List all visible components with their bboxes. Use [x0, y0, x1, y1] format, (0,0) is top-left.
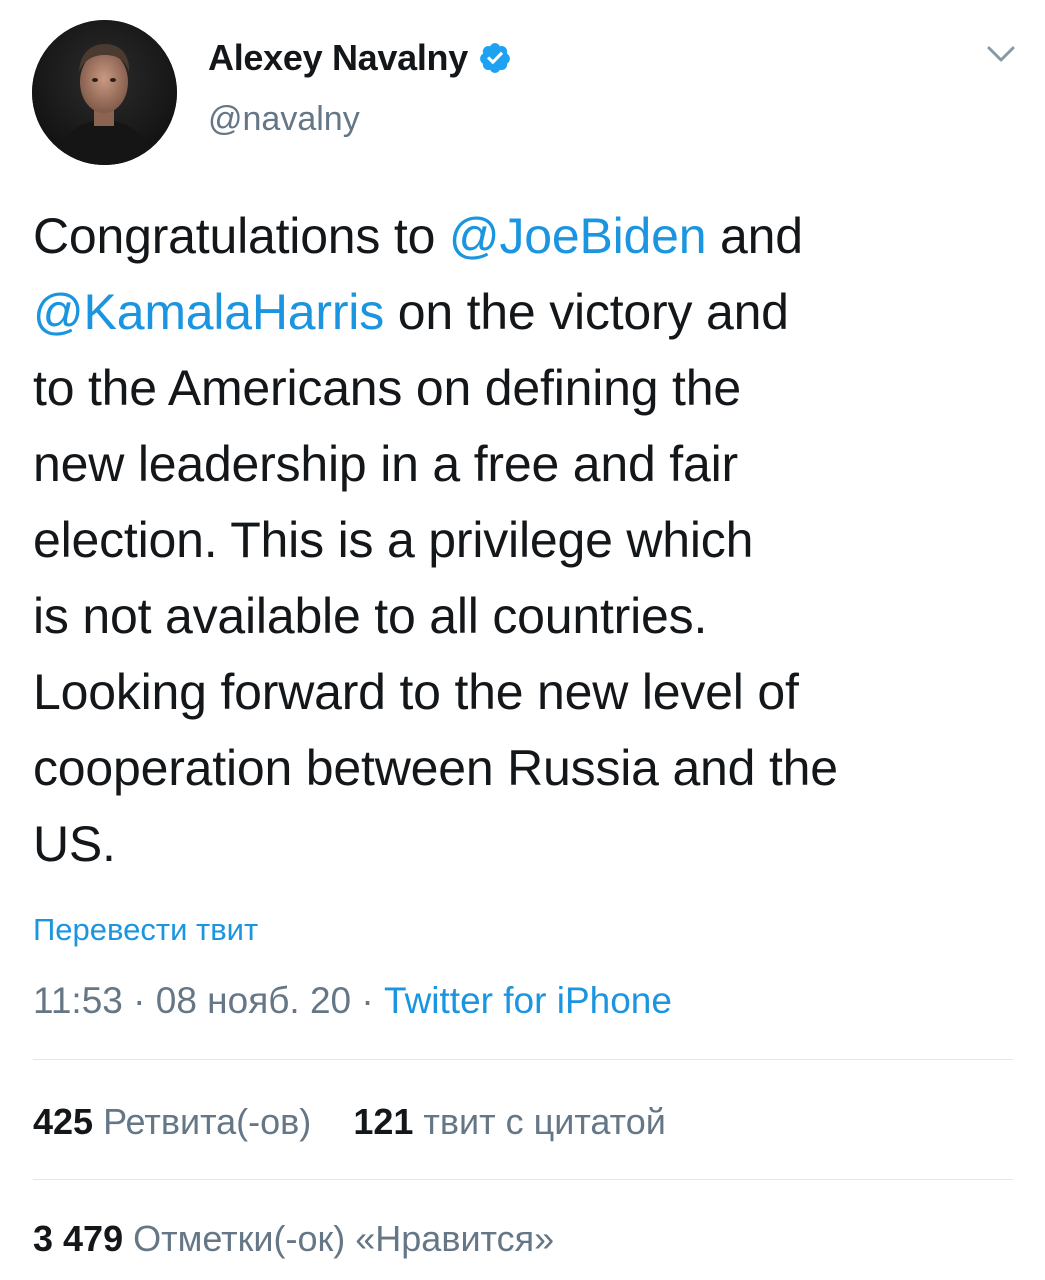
mention-link[interactable]: @JoeBiden [449, 208, 707, 264]
tweet-text-segment: Congratulations to [33, 208, 449, 264]
tweet-text-line: cooperation between Russia and the [33, 730, 1023, 806]
tweet-text-segment: election. This is a privilege which [33, 512, 754, 568]
tweet-header: Alexey Navalny @navalny [0, 0, 1045, 170]
tweet-text-line: US. [33, 806, 1023, 882]
tweet-text-segment: is not available to all countries. [33, 588, 708, 644]
tweet-text-segment: Looking forward to the new level of [33, 664, 799, 720]
likes-stat[interactable]: 3 479 Отметки(-ок) «Нравится» [33, 1218, 554, 1260]
tweet-text-line: is not available to all countries. [33, 578, 1023, 654]
retweets-stat[interactable]: 425 Ретвита(-ов) [33, 1101, 311, 1143]
meta-separator: · [133, 980, 146, 1021]
tweet-text-line: Congratulations to @JoeBiden and [33, 198, 1023, 274]
tweet-time[interactable]: 11:53 [33, 980, 123, 1021]
tweet-text-segment: US. [33, 816, 116, 872]
tweet-text-segment: to the Americans on defining the [33, 360, 741, 416]
retweets-label: Ретвита(-ов) [103, 1101, 312, 1142]
tweet-text-segment: and [706, 208, 803, 264]
mention-link[interactable]: @KamalaHarris [33, 284, 384, 340]
tweet-meta: 11:53 · 08 нояб. 20 · Twitter for iPhone [33, 980, 672, 1022]
author-display-name[interactable]: Alexey Navalny [208, 37, 468, 79]
tweet-text-segment: cooperation between Russia and the [33, 740, 838, 796]
tweet-source[interactable]: Twitter for iPhone [384, 980, 672, 1021]
avatar-photo-icon [32, 20, 177, 165]
tweet-text-segment: new leadership in a free and fair [33, 436, 738, 492]
likes-stats-row: 3 479 Отметки(-ок) «Нравится» [33, 1218, 586, 1260]
author-name-row[interactable]: Alexey Navalny [208, 36, 512, 80]
tweet-date[interactable]: 08 нояб. 20 [156, 980, 351, 1021]
quotes-stat[interactable]: 121 твит с цитатой [353, 1101, 666, 1143]
translate-tweet-link[interactable]: Перевести твит [33, 912, 258, 948]
tweet-text-line: new leadership in a free and fair [33, 426, 1023, 502]
quotes-count: 121 [353, 1101, 414, 1142]
meta-separator: · [361, 980, 374, 1021]
quotes-label: твит с цитатой [423, 1101, 666, 1142]
tweet-text-line: @KamalaHarris on the victory and [33, 274, 1023, 350]
tweet-text-line: election. This is a privilege which [33, 502, 1023, 578]
divider [33, 1179, 1013, 1180]
retweet-stats-row: 425 Ретвита(-ов) 121 твит с цитатой [33, 1101, 698, 1143]
author-handle[interactable]: @navalny [208, 100, 360, 139]
retweets-count: 425 [33, 1101, 94, 1142]
chevron-down-icon[interactable] [983, 40, 1019, 68]
verified-badge-icon [478, 41, 512, 75]
tweet-text-line: to the Americans on defining the [33, 350, 1023, 426]
divider [33, 1059, 1013, 1060]
tweet-text-line: Looking forward to the new level of [33, 654, 1023, 730]
tweet-text-segment: on the victory and [384, 284, 789, 340]
tweet-text: Congratulations to @JoeBiden and @KamalaH… [33, 198, 1023, 882]
avatar[interactable] [32, 20, 177, 165]
likes-count: 3 479 [33, 1218, 124, 1259]
likes-label: Отметки(-ок) «Нравится» [133, 1218, 555, 1259]
